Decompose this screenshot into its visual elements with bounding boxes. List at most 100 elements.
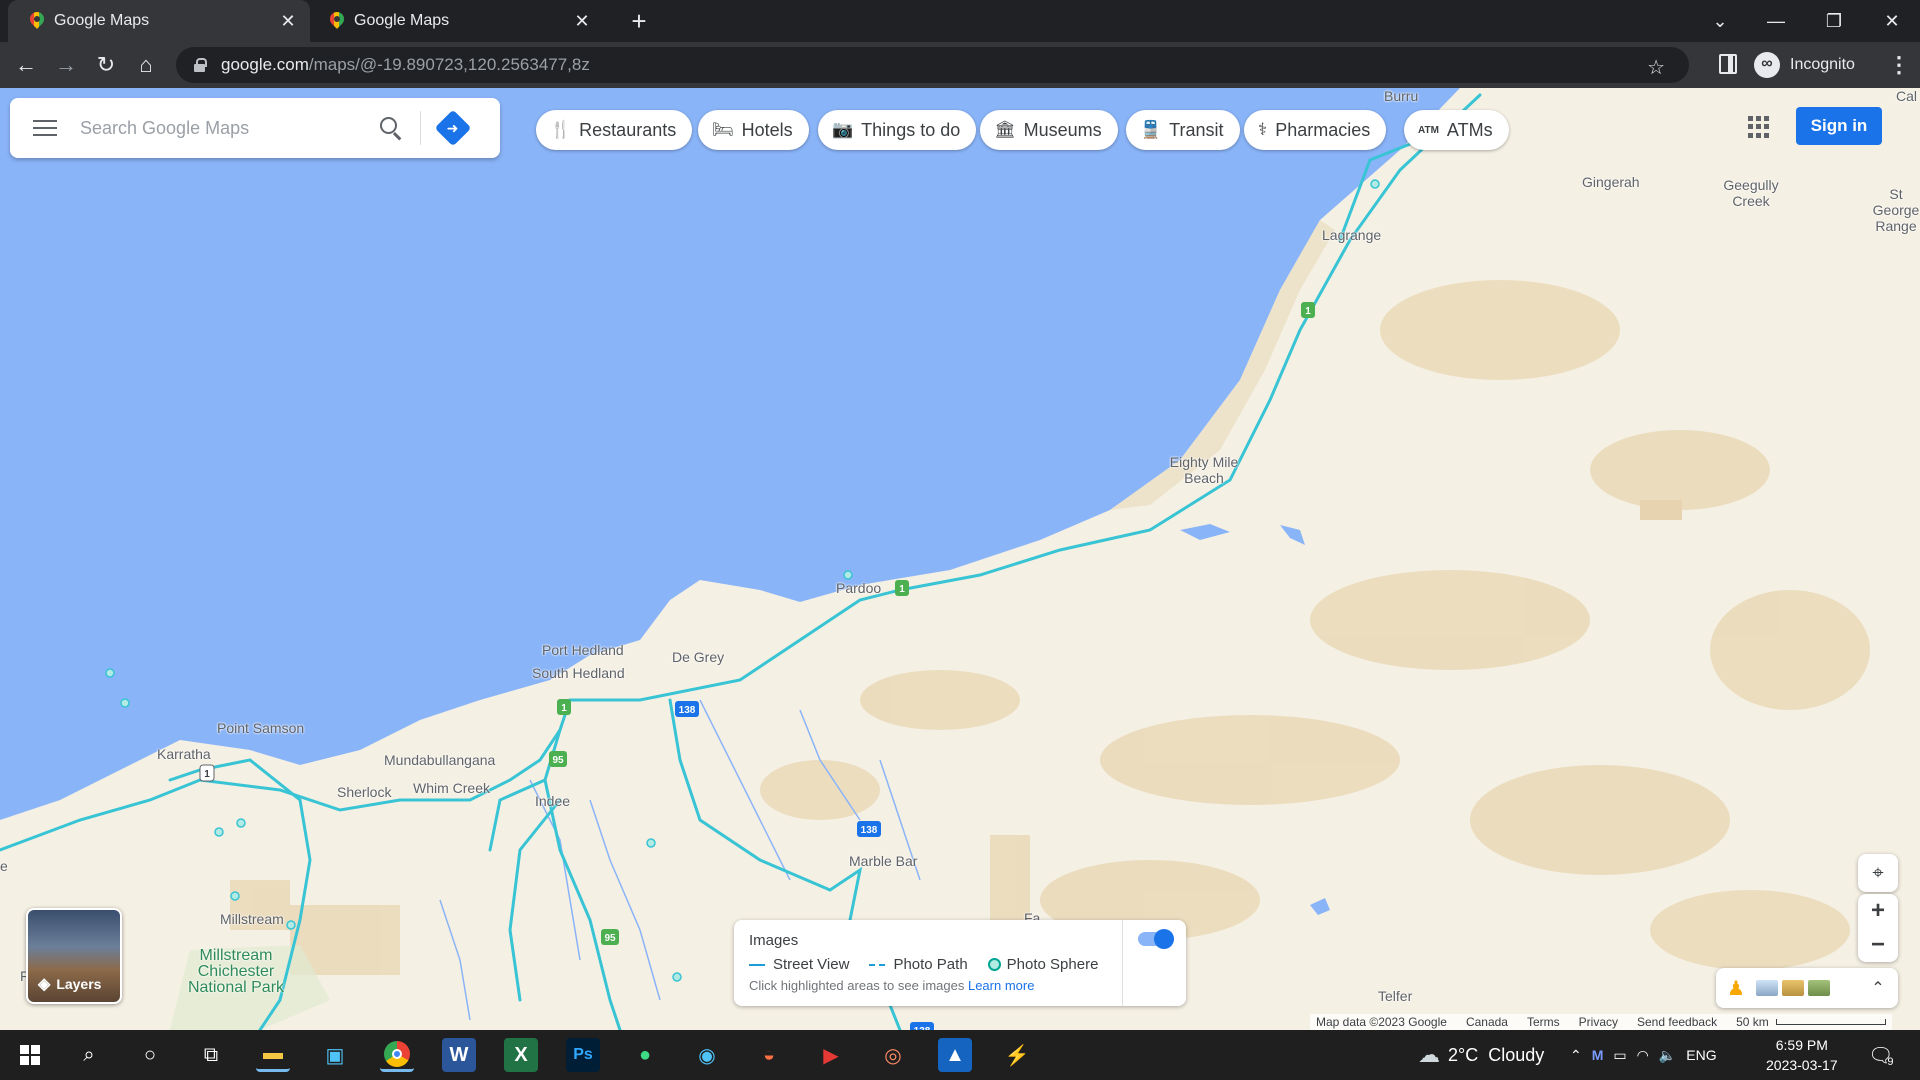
place-label[interactable]: Point Samson: [217, 720, 304, 736]
lock-icon[interactable]: [194, 58, 207, 72]
scale-label[interactable]: 50 km: [1736, 1015, 1769, 1029]
layers-button[interactable]: ◈ Layers: [26, 908, 122, 1004]
park-label[interactable]: Millstream Chichester National Park: [172, 948, 300, 996]
place-label[interactable]: Port Hedland: [542, 642, 624, 658]
place-label[interactable]: De Grey: [672, 649, 724, 665]
meet-now-icon[interactable]: M: [1592, 1047, 1604, 1063]
tab-google-maps-1[interactable]: Google Maps ✕: [8, 0, 310, 42]
zoom-out-button[interactable]: −: [1858, 928, 1898, 962]
side-panel-icon[interactable]: [1719, 54, 1737, 74]
chip-hotels[interactable]: 🛏 Hotels: [698, 110, 809, 150]
learn-more-link[interactable]: Learn more: [968, 978, 1034, 993]
photos-icon[interactable]: ▲: [938, 1038, 972, 1072]
directions-icon[interactable]: [421, 98, 485, 158]
forward-button[interactable]: →: [50, 49, 82, 81]
browser-toolbar: ← → ↻ ⌂ google.com/maps/@-19.890723,120.…: [0, 42, 1920, 88]
home-button[interactable]: ⌂: [130, 49, 162, 81]
place-label[interactable]: Cal: [1896, 88, 1917, 104]
zoom-in-button[interactable]: +: [1858, 894, 1898, 928]
battery-icon[interactable]: ▭: [1613, 1047, 1626, 1064]
place-label[interactable]: Geegully Creek: [1722, 177, 1780, 209]
search-icon[interactable]: [360, 98, 420, 158]
chip-things-to-do[interactable]: 📷 Things to do: [818, 110, 977, 150]
place-label[interactable]: Whim Creek: [413, 780, 490, 796]
chevron-up-icon[interactable]: ⌃: [1858, 978, 1898, 998]
outlook-icon[interactable]: ▣: [318, 1038, 352, 1072]
media-icon[interactable]: ◎: [876, 1038, 910, 1072]
flash-icon[interactable]: ⚡: [1000, 1038, 1034, 1072]
place-label[interactable]: Eighty Mile Beach: [1164, 454, 1244, 486]
android-icon[interactable]: ●: [628, 1038, 662, 1072]
notification-center-icon[interactable]: 🗨 9: [1868, 1030, 1894, 1080]
video-icon[interactable]: ▶: [814, 1038, 848, 1072]
google-apps-icon[interactable]: [1748, 116, 1770, 138]
minimize-button[interactable]: —: [1748, 0, 1804, 42]
menu-hamburger-icon[interactable]: [10, 98, 80, 158]
cortana-icon[interactable]: ○: [133, 1038, 167, 1072]
my-location-button[interactable]: ⌖: [1858, 854, 1898, 892]
language-indicator[interactable]: ENG: [1686, 1047, 1716, 1063]
sign-in-button[interactable]: Sign in: [1796, 107, 1882, 145]
place-label[interactable]: Telfer: [1378, 988, 1412, 1004]
chip-museums[interactable]: 🏛 Museums: [980, 110, 1118, 150]
task-view-icon[interactable]: ⧉: [194, 1038, 228, 1072]
place-label[interactable]: Lagrange: [1322, 227, 1381, 243]
restore-button[interactable]: ❐: [1806, 0, 1862, 42]
system-tray: ⌃ M ▭ ◠ 🔈 ENG: [1570, 1030, 1717, 1080]
chip-atms[interactable]: ATM ATMs: [1404, 110, 1509, 150]
send-feedback-link[interactable]: Send feedback: [1637, 1015, 1717, 1029]
clock[interactable]: 6:59 PM 2023-03-17: [1766, 1035, 1838, 1075]
weather-widget[interactable]: ☁ 2°C Cloudy: [1418, 1030, 1544, 1080]
tab-close-icon[interactable]: ✕: [278, 11, 298, 32]
country-link[interactable]: Canada: [1466, 1015, 1508, 1029]
images-toggle[interactable]: [1138, 929, 1174, 949]
new-tab-button[interactable]: +: [624, 6, 654, 36]
reload-button[interactable]: ↻: [90, 49, 122, 81]
chip-pharmacies[interactable]: ⚕ Pharmacies: [1244, 110, 1387, 150]
mu-icon[interactable]: ◉: [690, 1038, 724, 1072]
place-label[interactable]: Indee: [535, 793, 570, 809]
place-label[interactable]: Pardoo: [836, 580, 881, 596]
terms-link[interactable]: Terms: [1527, 1015, 1560, 1029]
place-label[interactable]: Millstream: [220, 911, 284, 927]
imagery-thumb[interactable]: [1756, 980, 1778, 996]
pegman-icon[interactable]: ♟: [1716, 976, 1756, 1001]
weather-text: 2°C Cloudy: [1448, 1044, 1545, 1065]
photoshop-icon[interactable]: Ps: [566, 1038, 600, 1072]
chip-transit[interactable]: 🚆 Transit: [1126, 110, 1240, 150]
place-label[interactable]: St George Range: [1866, 186, 1920, 234]
browser-menu-icon[interactable]: ⋮: [1888, 52, 1910, 78]
back-button[interactable]: ←: [10, 49, 42, 81]
place-label[interactable]: e: [0, 858, 8, 874]
place-label[interactable]: South Hedland: [532, 665, 625, 681]
place-label[interactable]: Marble Bar: [849, 853, 917, 869]
search-input[interactable]: [80, 117, 360, 139]
chip-restaurants[interactable]: 🍴 Restaurants: [536, 110, 693, 150]
word-icon[interactable]: W: [442, 1038, 476, 1072]
map-canvas[interactable]: 1 1 1 1 95 95 138 138 138 Burru Cal Ging…: [0, 88, 1920, 1030]
place-label[interactable]: Sherlock: [337, 784, 391, 800]
imagery-thumb[interactable]: [1808, 980, 1830, 996]
place-label[interactable]: Burru: [1384, 88, 1418, 104]
chevron-up-icon[interactable]: ⌃: [1570, 1047, 1582, 1064]
incognito-indicator[interactable]: Incognito: [1754, 48, 1855, 82]
privacy-link[interactable]: Privacy: [1579, 1015, 1618, 1029]
close-window-button[interactable]: ✕: [1864, 0, 1920, 42]
tab-google-maps-2[interactable]: Google Maps ✕: [308, 0, 604, 42]
place-label[interactable]: Mundabullangana: [384, 752, 495, 768]
search-icon[interactable]: ⌕: [72, 1038, 106, 1072]
imagery-thumb[interactable]: [1782, 980, 1804, 996]
volume-icon[interactable]: 🔈: [1659, 1047, 1676, 1064]
bookmark-star-icon[interactable]: ☆: [1647, 55, 1665, 80]
file-explorer-icon[interactable]: ▬: [256, 1038, 290, 1072]
tab-search-button[interactable]: ⌄: [1692, 0, 1748, 42]
place-label[interactable]: Gingerah: [1582, 174, 1640, 190]
chrome-icon[interactable]: [380, 1038, 414, 1072]
place-label[interactable]: Karratha: [157, 746, 211, 762]
address-bar[interactable]: google.com/maps/@-19.890723,120.2563477,…: [176, 47, 1689, 83]
excel-icon[interactable]: X: [504, 1038, 538, 1072]
start-icon[interactable]: [13, 1038, 47, 1072]
wifi-icon[interactable]: ◠: [1637, 1047, 1649, 1064]
app-icon[interactable]: ◒: [752, 1038, 786, 1072]
tab-close-icon[interactable]: ✕: [572, 11, 592, 32]
